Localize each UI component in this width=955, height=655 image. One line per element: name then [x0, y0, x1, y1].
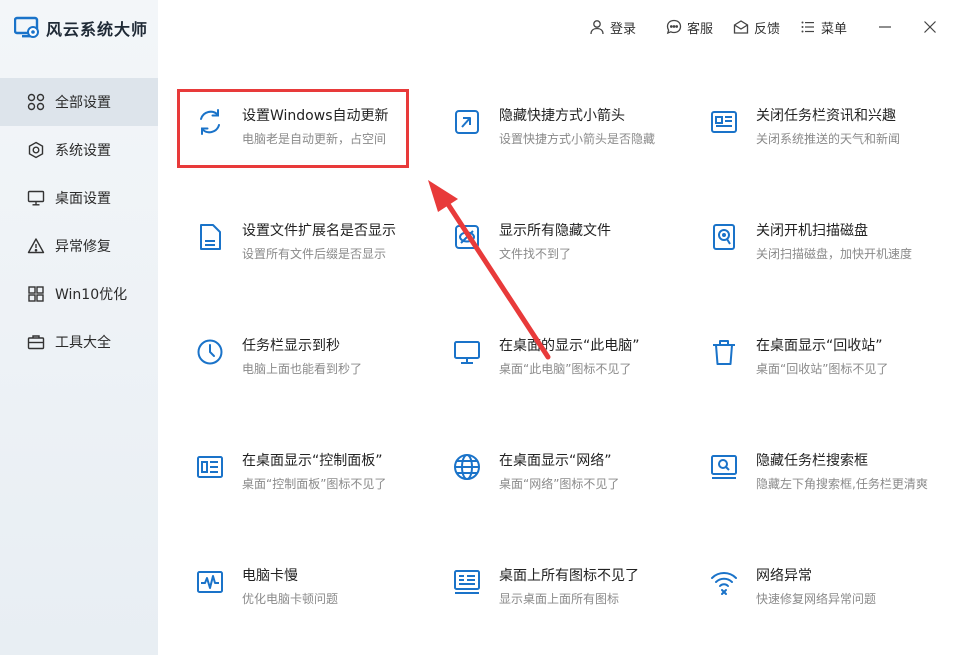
sidebar-item-all-settings[interactable]: 全部设置 [0, 78, 158, 126]
clock-icon [197, 339, 223, 365]
card-title: 隐藏快捷方式小箭头 [499, 108, 625, 124]
card-desc: 设置所有文件后缀是否显示 [242, 247, 387, 261]
card-title: 在桌面的显示“此电脑” [499, 338, 640, 354]
login-label: 登录 [610, 21, 637, 37]
highlight-box [177, 89, 409, 168]
feedback-label: 反馈 [754, 21, 781, 37]
sidebar-item-repair[interactable]: 异常修复 [0, 222, 158, 270]
sidebar-item-desktop-settings[interactable]: 桌面设置 [0, 174, 158, 222]
chat-icon [666, 19, 682, 35]
card-show-control-panel[interactable]: 在桌面显示“控制面板” 桌面“控制面板”图标不见了 [195, 450, 440, 510]
desktop-icons-icon [454, 570, 480, 594]
mail-icon [733, 20, 749, 34]
news-icon [711, 111, 737, 133]
sidebar-item-win10[interactable]: Win10优化 [0, 270, 158, 318]
login-button[interactable]: 登录 [589, 17, 636, 37]
wifi-error-icon [711, 572, 737, 595]
search-box-icon [711, 455, 737, 479]
card-desc: 桌面“控制面板”图标不见了 [242, 477, 387, 491]
card-desc: 桌面“此电脑”图标不见了 [499, 362, 632, 376]
disk-scan-icon [713, 224, 735, 250]
menu-button[interactable]: 菜单 [800, 17, 847, 37]
sidebar-item-label: 全部设置 [55, 95, 111, 111]
trash-icon [713, 340, 735, 365]
toolbox-icon [27, 335, 45, 350]
card-title: 设置文件扩展名是否显示 [242, 223, 396, 239]
service-button[interactable]: 客服 [666, 17, 713, 37]
card-desc: 文件找不到了 [499, 247, 572, 261]
card-title: 显示所有隐藏文件 [499, 223, 611, 239]
menu-icon [801, 21, 814, 33]
control-panel-icon [197, 456, 223, 478]
card-desc: 设置快捷方式小箭头是否隐藏 [499, 132, 656, 146]
card-close-news[interactable]: 关闭任务栏资讯和兴趣 关闭系统推送的天气和新闻 [709, 105, 954, 165]
shortcut-arrow-icon [455, 110, 479, 134]
pulse-icon [197, 571, 223, 593]
card-title: 桌面上所有图标不见了 [499, 568, 639, 584]
computer-icon [454, 341, 480, 364]
app-title: 风云系统大师 [46, 20, 149, 39]
card-file-extension[interactable]: 设置文件扩展名是否显示 设置所有文件后缀是否显示 [195, 220, 440, 280]
card-network-error[interactable]: 网络异常 快速修复网络异常问题 [709, 565, 954, 625]
card-slow-pc[interactable]: 电脑卡慢 优化电脑卡顿问题 [195, 565, 440, 625]
gear-icon [28, 141, 44, 159]
card-show-recycle-bin[interactable]: 在桌面显示“回收站” 桌面“回收站”图标不见了 [709, 335, 954, 395]
card-title: 在桌面显示“回收站” [756, 338, 883, 354]
card-desc: 关闭系统推送的天气和新闻 [756, 132, 901, 146]
logo-icon [14, 16, 39, 38]
eye-hidden-icon [455, 225, 479, 249]
sidebar: 风云系统大师 全部设置 系统设置 桌面设置 异常修复 Win10优化 工具大全 [0, 0, 158, 655]
card-show-network[interactable]: 在桌面显示“网络” 桌面“网络”图标不见了 [452, 450, 697, 510]
sidebar-item-system-settings[interactable]: 系统设置 [0, 126, 158, 174]
app-logo: 风云系统大师 [14, 16, 148, 40]
sidebar-item-label: 工具大全 [55, 335, 111, 351]
close-button[interactable] [920, 17, 940, 37]
card-title: 任务栏显示到秒 [242, 338, 340, 354]
card-title: 关闭任务栏资讯和兴趣 [756, 108, 896, 124]
card-disable-disk-scan[interactable]: 关闭开机扫描磁盘 关闭扫描磁盘，加快开机速度 [709, 220, 954, 280]
sidebar-item-label: Win10优化 [55, 287, 128, 303]
card-title: 电脑卡慢 [242, 568, 298, 584]
card-title: 关闭开机扫描磁盘 [756, 223, 868, 239]
user-icon [590, 20, 604, 35]
card-desc: 桌面“回收站”图标不见了 [756, 362, 889, 376]
card-title: 隐藏任务栏搜索框 [756, 453, 868, 469]
grid-icon [27, 93, 45, 111]
sidebar-item-label: 异常修复 [55, 239, 111, 255]
feedback-button[interactable]: 反馈 [733, 17, 780, 37]
warning-icon [27, 238, 45, 254]
minimize-button[interactable] [875, 17, 895, 37]
close-icon [924, 21, 936, 33]
sidebar-item-tools[interactable]: 工具大全 [0, 318, 158, 366]
app-window: 风云系统大师 全部设置 系统设置 桌面设置 异常修复 Win10优化 工具大全 … [0, 0, 955, 655]
card-desc: 关闭扫描磁盘，加快开机速度 [756, 247, 913, 261]
card-desc: 桌面“网络”图标不见了 [499, 477, 620, 491]
card-title: 在桌面显示“控制面板” [242, 453, 383, 469]
minimize-icon [879, 26, 891, 28]
globe-icon [454, 454, 480, 480]
card-desc: 优化电脑卡顿问题 [242, 592, 339, 606]
card-show-hidden-files[interactable]: 显示所有隐藏文件 文件找不到了 [452, 220, 697, 280]
card-desc: 电脑上面也能看到秒了 [242, 362, 363, 376]
card-title: 在桌面显示“网络” [499, 453, 612, 469]
card-taskbar-seconds[interactable]: 任务栏显示到秒 电脑上面也能看到秒了 [195, 335, 440, 395]
menu-label: 菜单 [821, 21, 848, 37]
card-hide-search-box[interactable]: 隐藏任务栏搜索框 隐藏左下角搜索框,任务栏更清爽 [709, 450, 954, 510]
card-show-this-pc[interactable]: 在桌面的显示“此电脑” 桌面“此电脑”图标不见了 [452, 335, 697, 395]
card-desc: 显示桌面上面所有图标 [499, 592, 620, 606]
windows-icon [28, 286, 44, 302]
sidebar-item-label: 桌面设置 [55, 191, 111, 207]
file-icon [200, 224, 221, 250]
card-desc: 快速修复网络异常问题 [756, 592, 877, 606]
card-desktop-icons-missing[interactable]: 桌面上所有图标不见了 显示桌面上面所有图标 [452, 565, 697, 625]
card-desc: 隐藏左下角搜索框,任务栏更清爽 [756, 477, 928, 491]
monitor-icon [27, 190, 45, 206]
sidebar-item-label: 系统设置 [55, 143, 111, 159]
card-hide-shortcut-arrow[interactable]: 隐藏快捷方式小箭头 设置快捷方式小箭头是否隐藏 [452, 105, 697, 165]
service-label: 客服 [687, 21, 714, 37]
card-title: 网络异常 [756, 568, 812, 584]
